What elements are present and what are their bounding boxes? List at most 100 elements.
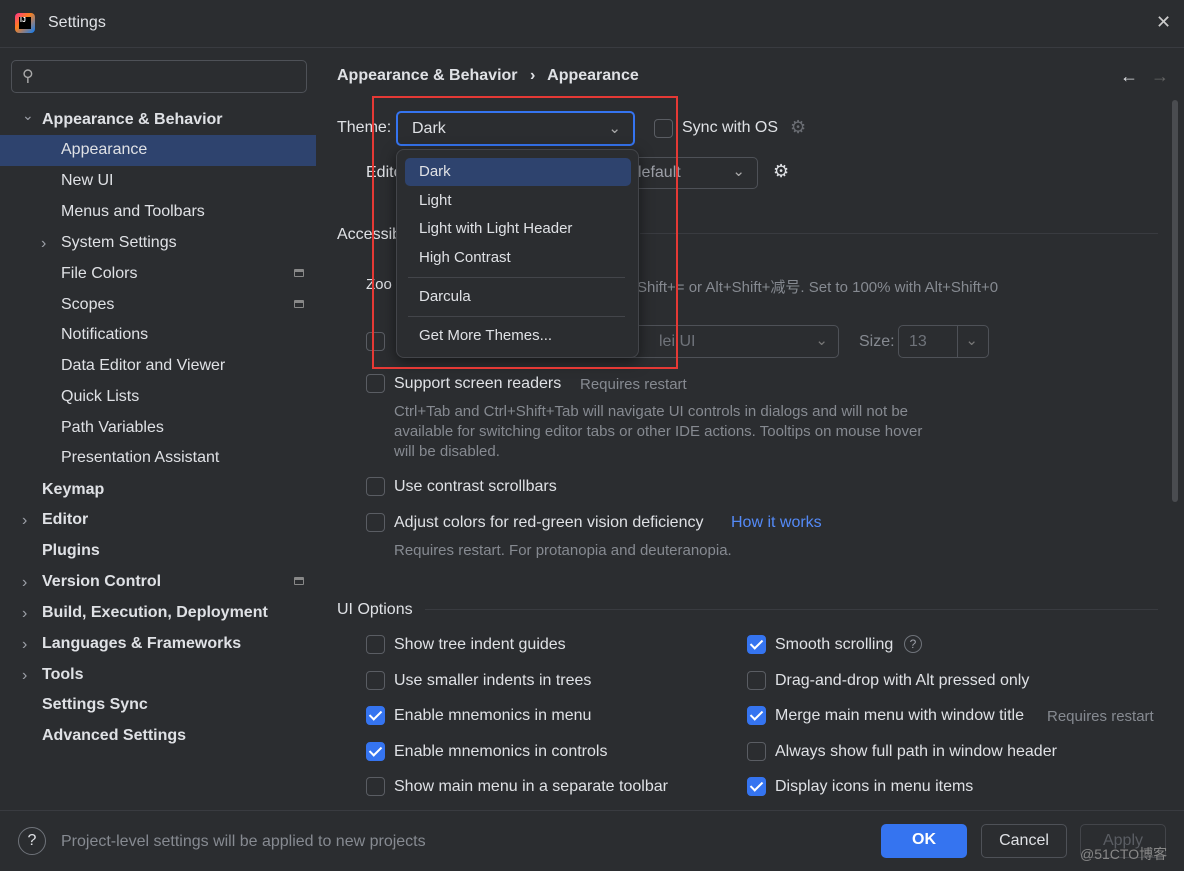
ui-option-label: Drag-and-drop with Alt pressed only bbox=[775, 672, 1030, 689]
ui-option-label: Enable mnemonics in controls bbox=[394, 743, 608, 760]
chevron-right-icon[interactable]: › bbox=[22, 574, 27, 592]
breadcrumb: Appearance & Behavior › Appearance bbox=[337, 67, 639, 85]
color-deficiency-checkbox[interactable] bbox=[366, 513, 385, 532]
ui-option-checkbox[interactable] bbox=[747, 671, 766, 690]
scrollbar[interactable] bbox=[1172, 100, 1178, 502]
chevron-right-icon[interactable]: › bbox=[22, 636, 27, 654]
sidebar-item[interactable]: Advanced Settings bbox=[42, 721, 186, 751]
sidebar-item[interactable]: Appearance bbox=[61, 135, 147, 165]
divider bbox=[0, 810, 1184, 811]
ui-options-section-title: UI Options bbox=[337, 601, 413, 618]
forward-arrow-icon[interactable]: → bbox=[1151, 66, 1169, 87]
divider bbox=[640, 233, 1158, 234]
font-size-value: 13 bbox=[909, 333, 927, 350]
contrast-scrollbars-label: Use contrast scrollbars bbox=[394, 478, 557, 495]
sidebar-item[interactable]: Build, Execution, Deployment bbox=[42, 598, 268, 628]
how-it-works-link[interactable]: How it works bbox=[731, 514, 822, 532]
ui-option-checkbox[interactable] bbox=[366, 742, 385, 761]
chevron-right-icon[interactable]: › bbox=[22, 605, 27, 623]
sidebar-item[interactable]: Appearance & Behavior bbox=[42, 105, 223, 135]
ui-option-label: Show tree indent guides bbox=[394, 636, 566, 653]
ui-option-checkbox[interactable] bbox=[366, 706, 385, 725]
divider bbox=[957, 326, 958, 357]
title-bar: IJ Settings ✕ bbox=[0, 0, 1184, 48]
highlight-box bbox=[372, 96, 678, 369]
search-icon: ⚲ bbox=[22, 68, 34, 85]
ui-option-checkbox[interactable] bbox=[747, 635, 766, 654]
project-scope-icon bbox=[294, 269, 304, 277]
sync-with-os-label: Sync with OS bbox=[682, 119, 779, 136]
ui-option-label: Show main menu in a separate toolbar bbox=[394, 778, 668, 795]
ui-option-checkbox[interactable] bbox=[366, 635, 385, 654]
breadcrumb-parent[interactable]: Appearance & Behavior bbox=[337, 67, 518, 84]
sidebar-item[interactable]: Keymap bbox=[42, 475, 104, 505]
chevron-down-icon: ⌄ bbox=[732, 163, 745, 180]
chevron-down-icon: ⌄ bbox=[965, 332, 978, 349]
color-deficiency-description: Requires restart. For protanopia and deu… bbox=[394, 542, 732, 559]
ui-option-checkbox[interactable] bbox=[747, 742, 766, 761]
color-deficiency-label: Adjust colors for red-green vision defic… bbox=[394, 514, 704, 531]
font-size-select[interactable]: 13 ⌄ bbox=[898, 325, 989, 358]
screen-readers-description: available for switching editor tabs or o… bbox=[394, 423, 923, 440]
close-button[interactable]: ✕ bbox=[1156, 12, 1171, 33]
contrast-scrollbars-checkbox[interactable] bbox=[366, 477, 385, 496]
chevron-down-icon: ⌄ bbox=[815, 332, 828, 349]
chevron-right-icon[interactable]: › bbox=[41, 235, 46, 253]
sidebar-item[interactable]: Notifications bbox=[61, 320, 148, 350]
watermark: @51CTO博客 bbox=[1080, 846, 1168, 862]
ui-option-label: Always show full path in window header bbox=[775, 743, 1057, 760]
project-scope-icon bbox=[294, 577, 304, 585]
sidebar-item[interactable]: System Settings bbox=[61, 228, 177, 258]
ui-option-checkbox[interactable] bbox=[366, 671, 385, 690]
requires-restart-note: Requires restart bbox=[1047, 708, 1154, 725]
chevron-right-icon[interactable]: › bbox=[22, 512, 27, 530]
sidebar-item[interactable]: Scopes bbox=[61, 290, 114, 320]
breadcrumb-separator: › bbox=[529, 67, 536, 84]
divider bbox=[425, 609, 1158, 610]
sidebar-item[interactable]: Presentation Assistant bbox=[61, 443, 219, 473]
sidebar-item[interactable]: Version Control bbox=[42, 567, 161, 597]
project-scope-icon bbox=[294, 300, 304, 308]
size-label: Size: bbox=[859, 333, 895, 350]
chevron-right-icon[interactable]: › bbox=[22, 667, 27, 685]
sidebar-item[interactable]: New UI bbox=[61, 166, 113, 196]
help-icon[interactable]: ? bbox=[904, 635, 922, 653]
ui-option-label: Smooth scrolling bbox=[775, 636, 894, 653]
sidebar-item[interactable]: Menus and Toolbars bbox=[61, 197, 205, 227]
ok-button[interactable]: OK bbox=[881, 824, 967, 858]
cancel-button[interactable]: Cancel bbox=[981, 824, 1067, 858]
sidebar-item[interactable]: Plugins bbox=[42, 536, 100, 566]
sidebar-item[interactable]: Editor bbox=[42, 505, 88, 535]
footer-hint: Project-level settings will be applied t… bbox=[61, 833, 426, 850]
ui-option-label: Merge main menu with window title bbox=[775, 707, 1024, 724]
ui-option-checkbox[interactable] bbox=[747, 777, 766, 796]
ui-option-checkbox[interactable] bbox=[747, 706, 766, 725]
ui-option-label: Display icons in menu items bbox=[775, 778, 974, 795]
screen-readers-description: will be disabled. bbox=[394, 443, 500, 460]
ui-option-checkbox[interactable] bbox=[366, 777, 385, 796]
intellij-logo-icon: IJ bbox=[15, 13, 35, 33]
sidebar-item[interactable]: Path Variables bbox=[61, 413, 164, 443]
sidebar-item[interactable]: Quick Lists bbox=[61, 382, 139, 412]
screen-readers-checkbox[interactable] bbox=[366, 374, 385, 393]
gear-icon[interactable]: ⚙ bbox=[773, 161, 789, 182]
requires-restart-note: Requires restart bbox=[580, 376, 687, 393]
selection-highlight bbox=[0, 135, 316, 166]
settings-search-input[interactable]: ⚲ bbox=[11, 60, 307, 93]
sidebar-item[interactable]: File Colors bbox=[61, 259, 137, 289]
gear-icon[interactable]: ⚙ bbox=[790, 117, 806, 138]
chevron-down-icon[interactable]: ⌄ bbox=[22, 107, 34, 124]
ui-option-label: Use smaller indents in trees bbox=[394, 672, 592, 689]
back-arrow-icon[interactable]: ← bbox=[1120, 66, 1138, 87]
screen-readers-label: Support screen readers bbox=[394, 375, 562, 392]
zoom-hint: Shift+= or Alt+Shift+减号. Set to 100% wit… bbox=[637, 279, 999, 296]
window-title: Settings bbox=[48, 14, 106, 31]
screen-readers-description: Ctrl+Tab and Ctrl+Shift+Tab will navigat… bbox=[394, 403, 909, 420]
sidebar-item[interactable]: Tools bbox=[42, 660, 83, 690]
sidebar-item[interactable]: Settings Sync bbox=[42, 690, 148, 720]
sidebar-item[interactable]: Data Editor and Viewer bbox=[61, 351, 225, 381]
breadcrumb-current: Appearance bbox=[547, 67, 639, 84]
help-button[interactable]: ? bbox=[18, 827, 46, 855]
ui-option-label: Enable mnemonics in menu bbox=[394, 707, 592, 724]
sidebar-item[interactable]: Languages & Frameworks bbox=[42, 629, 241, 659]
